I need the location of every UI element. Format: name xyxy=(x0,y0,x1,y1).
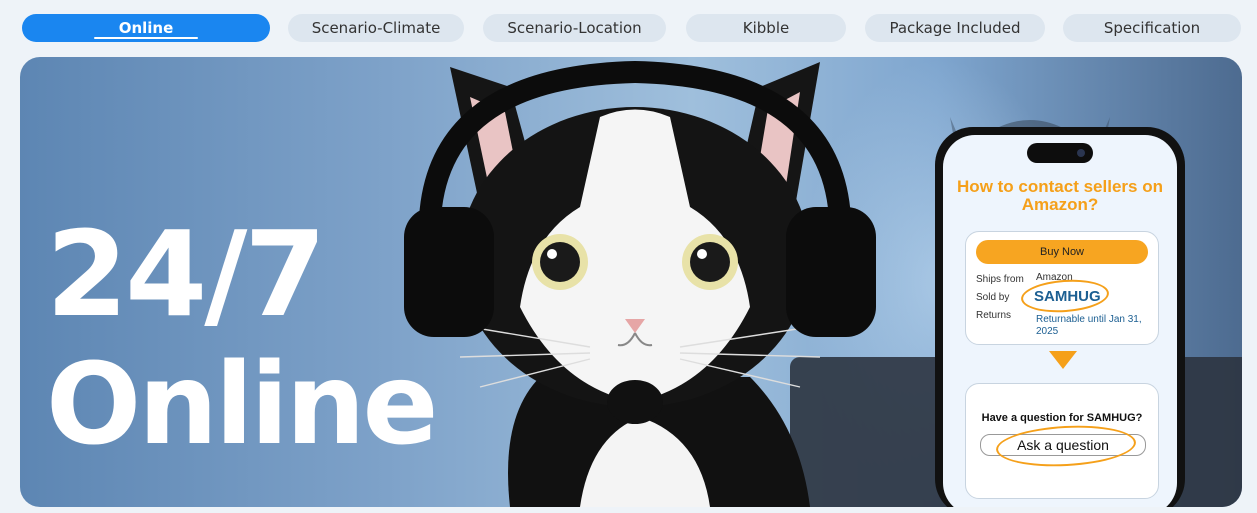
phone-screen: How to contact sellers on Amazon? Buy No… xyxy=(943,135,1177,507)
tab-bar: Online Scenario-Climate Scenario-Locatio… xyxy=(0,0,1257,52)
returns-value: Returnable until Jan 31, 2025 xyxy=(1036,314,1142,337)
tab-scenario-climate-label: Scenario-Climate xyxy=(311,19,441,37)
tab-kibble-label: Kibble xyxy=(742,19,790,37)
phone-title: How to contact sellers on Amazon? xyxy=(957,177,1163,214)
cat-with-headphones-illustration xyxy=(404,60,876,507)
phone-mockup: How to contact sellers on Amazon? Buy No… xyxy=(935,127,1185,507)
tab-package-included[interactable]: Package Included xyxy=(865,14,1045,42)
hero-banner: 24/7 Online How to contact sellers on Am… xyxy=(20,57,1242,507)
buy-now-button[interactable]: Buy Now xyxy=(976,240,1148,264)
tab-package-included-label: Package Included xyxy=(889,19,1021,37)
camera-icon xyxy=(1077,149,1085,157)
active-tab-underline xyxy=(94,37,198,39)
highlight-circle xyxy=(995,422,1137,470)
sold-by-label: Sold by xyxy=(976,292,1010,303)
tab-specification[interactable]: Specification xyxy=(1063,14,1241,42)
highlight-circle xyxy=(1019,276,1111,316)
tab-scenario-climate[interactable]: Scenario-Climate xyxy=(288,14,464,42)
tab-online-label: Online xyxy=(118,19,174,37)
down-arrow-icon xyxy=(1049,351,1077,369)
seller-info-card: Buy Now Ships from Amazon Sold by SAMHUG… xyxy=(965,231,1159,345)
ships-from-label: Ships from xyxy=(976,274,1024,285)
tab-scenario-location-label: Scenario-Location xyxy=(507,19,642,37)
phone-notch xyxy=(1027,143,1093,163)
ask-question-card: Have a question for SAMHUG? Ask a questi… xyxy=(965,383,1159,499)
tab-online[interactable]: Online xyxy=(22,14,270,42)
returns-label: Returns xyxy=(976,310,1012,321)
tab-kibble[interactable]: Kibble xyxy=(686,14,846,42)
headline-24-7: 24/7 xyxy=(46,205,326,343)
tab-scenario-location[interactable]: Scenario-Location xyxy=(483,14,666,42)
tab-specification-label: Specification xyxy=(1103,19,1201,37)
headline-online: Online xyxy=(46,340,438,470)
question-prompt: Have a question for SAMHUG? xyxy=(981,412,1143,424)
